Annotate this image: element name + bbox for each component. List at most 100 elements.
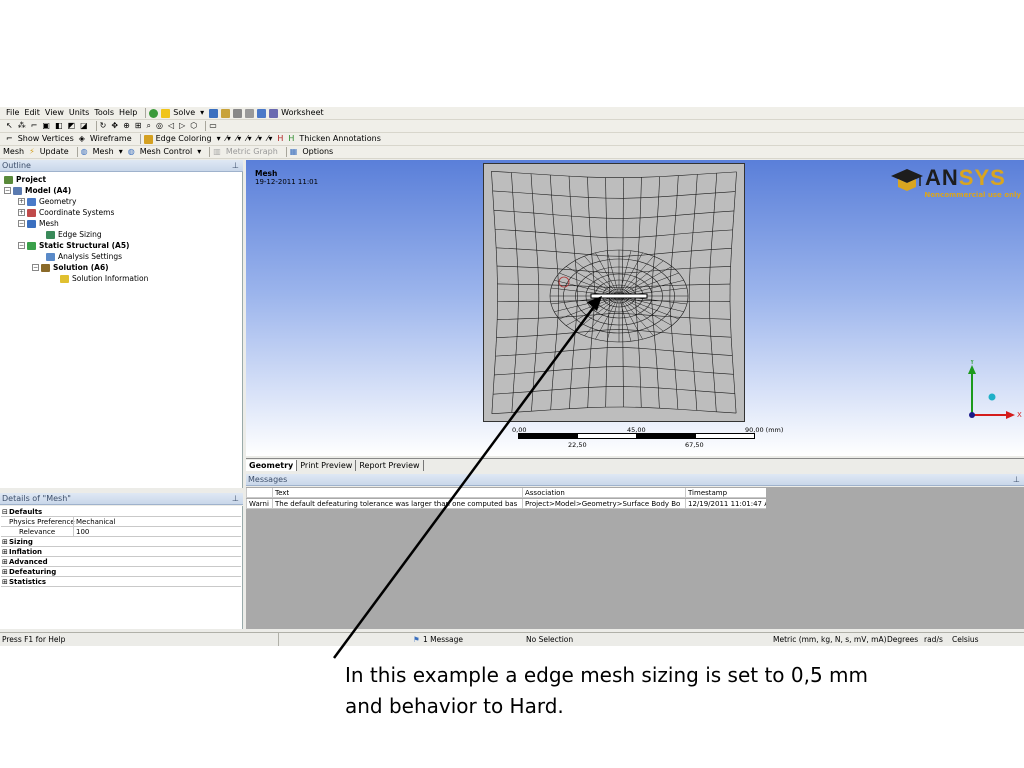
table-icon[interactable] xyxy=(209,108,219,118)
iso-icon[interactable]: ⬡ xyxy=(190,120,197,132)
expand-icon[interactable]: ⊞ xyxy=(2,577,8,587)
tree-item-project[interactable]: Project xyxy=(4,174,46,185)
solve-button[interactable]: Solve xyxy=(173,107,195,119)
details-group-defaults[interactable]: ⊟ Defaults xyxy=(1,507,241,517)
tree-item-coordinate-systems[interactable]: + Coordinate Systems xyxy=(18,207,114,218)
expand-icon[interactable]: ⊞ xyxy=(2,557,8,567)
edge-style-5-icon[interactable]: ⁄▾ xyxy=(267,133,272,145)
mesh-control-dropdown-icon[interactable]: ▾ xyxy=(197,146,201,158)
menu-edit[interactable]: Edit xyxy=(24,107,40,119)
collapse-icon[interactable]: − xyxy=(18,242,25,249)
column-header-association[interactable]: Association xyxy=(522,488,685,498)
tab-report-preview[interactable]: Report Preview xyxy=(356,459,424,471)
solve-dropdown-icon[interactable]: ▾ xyxy=(200,107,204,119)
edge-style-2-icon[interactable]: ⁄▾ xyxy=(236,133,241,145)
details-group-statistics[interactable]: ⊞ Statistics xyxy=(1,577,241,587)
select-edge-icon[interactable]: ⌐ xyxy=(31,120,38,132)
image-icon[interactable] xyxy=(221,108,231,118)
update-button[interactable]: Update xyxy=(40,146,69,158)
table-row[interactable]: Warni The default defeaturing tolerance … xyxy=(246,499,766,509)
show-vertices-button[interactable]: Show Vertices xyxy=(18,133,74,145)
previous-view-icon[interactable]: ◁ xyxy=(168,120,174,132)
zoom-box-icon[interactable]: ⊞ xyxy=(135,120,142,132)
worksheet-button[interactable]: Worksheet xyxy=(281,107,323,119)
menu-tools[interactable]: Tools xyxy=(94,107,114,119)
select-node-icon[interactable]: ◩ xyxy=(68,120,76,132)
status-temperature[interactable]: Celsius xyxy=(952,633,979,646)
status-rads[interactable]: rad/s xyxy=(924,633,943,646)
report-icon[interactable] xyxy=(233,108,243,118)
status-units[interactable]: Metric (mm, kg, N, s, mV, mA) xyxy=(773,633,887,646)
details-value[interactable]: 100 xyxy=(73,527,89,537)
expand-icon[interactable]: ⊞ xyxy=(2,547,8,557)
expand-icon[interactable]: ⊞ xyxy=(2,567,8,577)
pan-icon[interactable]: ✥ xyxy=(111,120,118,132)
column-header-timestamp[interactable]: Timestamp xyxy=(685,488,766,498)
expand-icon[interactable]: + xyxy=(18,209,25,216)
select-face-icon[interactable]: ▣ xyxy=(42,120,50,132)
tab-geometry[interactable]: Geometry xyxy=(246,459,298,471)
column-header-text[interactable]: Text xyxy=(272,488,522,498)
details-group-sizing[interactable]: ⊞ Sizing xyxy=(1,537,241,547)
iso-ball-icon[interactable] xyxy=(988,393,996,401)
pin-icon[interactable]: ⊥ xyxy=(1013,474,1020,486)
mesh-model[interactable] xyxy=(483,163,745,422)
select-mode-icon[interactable]: ↖ xyxy=(6,120,13,132)
options-button[interactable]: Options xyxy=(302,146,333,158)
message-status-icon[interactable]: ⚑ xyxy=(413,633,420,646)
select-body-icon[interactable]: ◧ xyxy=(55,120,63,132)
details-row-relevance[interactable]: Relevance 100 xyxy=(1,527,241,537)
collapse-icon[interactable]: − xyxy=(4,187,11,194)
details-row-physics-preference[interactable]: Physics Preference Mechanical xyxy=(1,517,241,527)
edge-style-3-icon[interactable]: ⁄▾ xyxy=(246,133,251,145)
mesh-control-button[interactable]: Mesh Control xyxy=(140,146,193,158)
menu-units[interactable]: Units xyxy=(69,107,89,119)
rotate-icon[interactable]: ↻ xyxy=(100,120,107,132)
next-view-icon[interactable]: ▷ xyxy=(179,120,185,132)
details-group-defeaturing[interactable]: ⊞ Defeaturing xyxy=(1,567,241,577)
edge-style-1-icon[interactable]: ⁄▾ xyxy=(226,133,231,145)
details-group-inflation[interactable]: ⊞ Inflation xyxy=(1,547,241,557)
zoom-fit-icon[interactable]: ⌕ xyxy=(146,120,150,132)
axis-triad[interactable]: Y X xyxy=(962,360,1022,430)
mesh-button[interactable]: Mesh xyxy=(93,146,114,158)
tree-item-solution[interactable]: − Solution (A6) xyxy=(32,262,109,273)
expand-icon[interactable]: + xyxy=(18,198,25,205)
annotation-icon[interactable] xyxy=(245,108,255,118)
tree-item-edge-sizing[interactable]: Edge Sizing xyxy=(46,229,102,240)
collapse-icon[interactable]: − xyxy=(18,220,25,227)
tree-item-model[interactable]: − Model (A4) xyxy=(4,185,71,196)
metric-graph-button[interactable]: Metric Graph xyxy=(226,146,278,158)
details-value[interactable]: Mechanical xyxy=(73,517,115,527)
status-messages[interactable]: 1 Message xyxy=(423,633,463,646)
edge-style-6-icon[interactable]: H xyxy=(277,133,283,145)
menu-file[interactable]: File xyxy=(6,107,19,119)
collapse-icon[interactable]: − xyxy=(32,264,39,271)
expand-icon[interactable]: ⊞ xyxy=(2,537,8,547)
wireframe-button[interactable]: Wireframe xyxy=(90,133,132,145)
edge-style-4-icon[interactable]: ⁄▾ xyxy=(257,133,262,145)
thicken-annotations-button[interactable]: Thicken Annotations xyxy=(299,133,381,145)
tree-item-analysis-settings[interactable]: Analysis Settings xyxy=(46,251,122,262)
magnifier-icon[interactable]: ◎ xyxy=(156,120,163,132)
mesh-dropdown-icon[interactable]: ▾ xyxy=(119,146,123,158)
collapse-icon[interactable]: ⊟ xyxy=(2,507,8,517)
tree-item-solution-information[interactable]: Solution Information xyxy=(60,273,148,284)
pin-icon[interactable]: ⊥ xyxy=(232,493,239,505)
edge-coloring-button[interactable]: Edge Coloring xyxy=(156,133,212,145)
select-element-icon[interactable]: ◪ xyxy=(80,120,88,132)
tree-item-mesh[interactable]: − Mesh xyxy=(18,218,59,229)
viewports-icon[interactable]: ▭ xyxy=(209,120,217,132)
status-degrees[interactable]: Degrees xyxy=(887,633,918,646)
check-icon[interactable] xyxy=(149,108,159,118)
display-icon[interactable] xyxy=(257,108,267,118)
menu-view[interactable]: View xyxy=(45,107,64,119)
graphics-viewport[interactable]: Mesh 19-12-2011 11:01 ANSYS Noncommercia… xyxy=(246,160,1024,456)
tree-item-geometry[interactable]: + Geometry xyxy=(18,196,76,207)
details-group-advanced[interactable]: ⊞ Advanced xyxy=(1,557,241,567)
select-vertex-icon[interactable]: ⁂ xyxy=(18,120,26,132)
zoom-icon[interactable]: ⊕ xyxy=(123,120,130,132)
menu-help[interactable]: Help xyxy=(119,107,137,119)
tab-print-preview[interactable]: Print Preview xyxy=(297,459,357,471)
tree-item-static-structural[interactable]: − Static Structural (A5) xyxy=(18,240,129,251)
